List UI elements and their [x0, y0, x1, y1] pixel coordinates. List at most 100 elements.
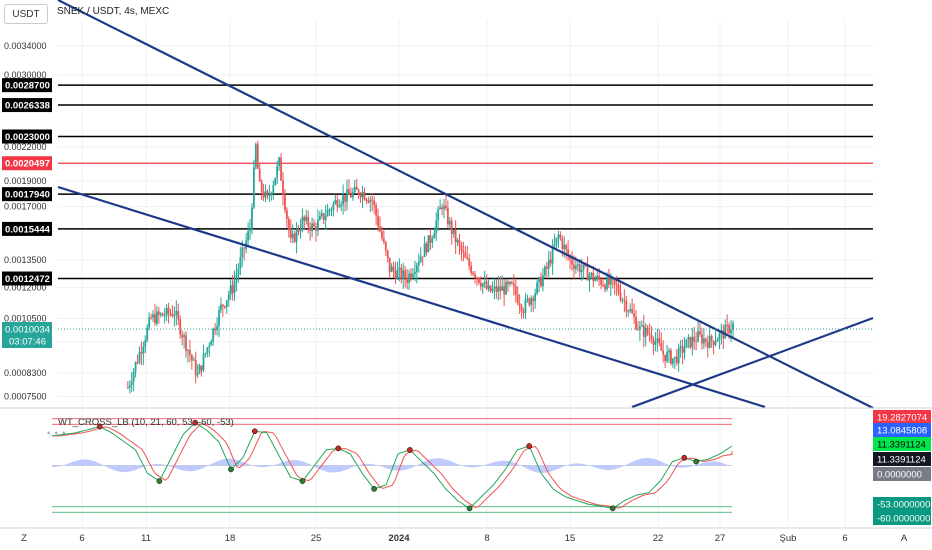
candle-body [526, 298, 529, 300]
candle-body [154, 314, 156, 324]
candle-body [642, 325, 645, 337]
candle-body [212, 328, 215, 342]
indicator-settings-dots[interactable]: • • • [47, 428, 66, 438]
candle-body [613, 280, 616, 285]
candle-body [156, 311, 158, 324]
time-tick-label: Şub [780, 533, 797, 544]
candle-body [344, 195, 346, 202]
candle-body [627, 311, 630, 313]
candle-body [253, 167, 255, 208]
candle-body [146, 327, 149, 341]
candle-body [237, 268, 240, 275]
candle-body [258, 168, 261, 182]
candle-body [425, 243, 428, 253]
candle-body [439, 207, 442, 210]
candle-body [479, 282, 482, 287]
candle-body [320, 213, 323, 217]
time-tick-label: 2024 [388, 533, 410, 544]
candle-body [247, 231, 249, 241]
candle-body [402, 270, 405, 279]
candle-body [262, 192, 265, 198]
cross-dot [693, 458, 700, 465]
indicator-value-label: -53.0000000 [877, 500, 930, 511]
candle-body [470, 265, 473, 273]
candle-body [512, 283, 515, 287]
candle-body [210, 341, 213, 346]
candle-body [677, 347, 680, 364]
candle-body [573, 264, 575, 269]
candle-body [703, 338, 705, 344]
candle-body [561, 238, 564, 249]
candle-body [452, 229, 455, 234]
candle-body [394, 270, 397, 279]
candle-body [456, 240, 459, 243]
price-tick-label: 0.0010500 [4, 313, 47, 323]
candle-body [134, 362, 137, 372]
candle-body [363, 191, 366, 200]
cross-dot [407, 447, 413, 453]
cross-dot [299, 478, 306, 484]
candle-body [297, 229, 300, 232]
candle-body [445, 205, 447, 209]
candle-body [291, 233, 294, 239]
candle-body [159, 313, 162, 315]
cross-dot [609, 505, 616, 512]
candle-body [509, 282, 511, 285]
level-label: 0.0015444 [5, 224, 51, 235]
candle-body [382, 238, 385, 243]
chart-canvas[interactable]: 0.00340000.00300000.00220000.00190000.00… [0, 0, 932, 550]
indicator-axis: 19.2827074 13.0845808 11.3391124 11.3391124… [873, 410, 931, 525]
candle-body [367, 200, 370, 203]
candle-body [472, 272, 474, 275]
indicator-value-label: 11.3391124 [877, 455, 926, 466]
candle-body [256, 144, 259, 169]
candle-body [349, 194, 352, 198]
candle-body [701, 334, 703, 344]
candle-body [507, 281, 509, 285]
candle-body [353, 186, 356, 193]
candle-body [251, 207, 253, 229]
candle-body [543, 266, 546, 276]
candle-body [381, 231, 383, 239]
candle-body [328, 209, 331, 211]
candle-body [609, 278, 612, 285]
candle-body [161, 313, 164, 316]
candle-body [371, 199, 374, 201]
candle-body [431, 238, 434, 243]
candle-body [185, 335, 187, 351]
level-label: 0.0020497 [5, 159, 50, 170]
candle-body [491, 288, 494, 292]
candle-body [299, 229, 302, 232]
candle-body [580, 269, 583, 273]
indicator-value-label: 11.3391124 [877, 440, 926, 451]
candle-body [483, 281, 486, 284]
candle-body [530, 298, 533, 305]
candle-body [602, 284, 604, 286]
countdown-label: 03:07:46 [9, 336, 46, 347]
candle-body [266, 191, 269, 196]
candle-body [326, 210, 329, 217]
candle-body [501, 286, 504, 291]
candle-body [633, 313, 635, 317]
cross-dot [251, 428, 258, 435]
candle-body [274, 177, 277, 186]
indicator-value-label: -60.0000000 [877, 514, 930, 525]
candle-body [578, 264, 581, 273]
candle-body [332, 203, 335, 210]
candle-body [635, 316, 637, 330]
candle-body [478, 277, 480, 283]
candle-body [194, 359, 197, 376]
candle-body [295, 229, 298, 242]
indicator-value-label: 0.0000000 [877, 470, 922, 481]
candle-body [522, 311, 525, 314]
price-axis: 0.00340000.00300000.00220000.00190000.00… [2, 41, 52, 402]
symbol-button[interactable]: USDT [4, 4, 48, 24]
candle-body [183, 335, 185, 338]
candle-body [268, 194, 271, 196]
candle-body [301, 216, 304, 230]
time-axis: Z 6 11 18 25 2024 8 15 22 27 Şub 6 A [0, 527, 932, 544]
candle-body [229, 285, 232, 296]
candle-body [606, 277, 608, 290]
candle-body [330, 209, 333, 211]
candle-body [716, 339, 719, 342]
